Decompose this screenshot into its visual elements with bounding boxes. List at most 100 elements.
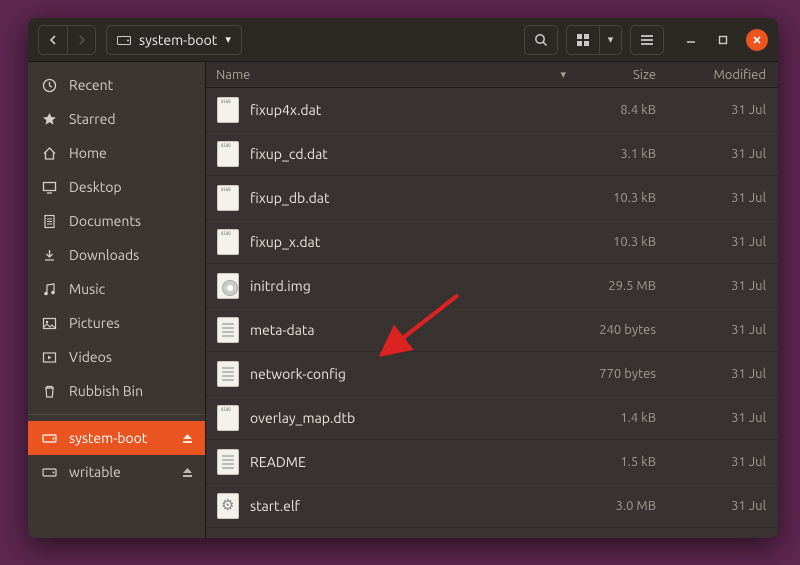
sidebar-item-desktop[interactable]: Desktop	[28, 170, 205, 204]
menu-group	[630, 25, 664, 55]
file-name: overlay_map.dtb	[250, 410, 576, 426]
eject-button[interactable]	[182, 467, 193, 478]
file-name: network-config	[250, 366, 576, 382]
search-group	[524, 25, 558, 55]
minimize-button[interactable]	[682, 31, 700, 49]
star-icon	[42, 112, 57, 127]
sidebar-item-label: Downloads	[69, 247, 139, 263]
hamburger-menu-button[interactable]	[631, 26, 663, 54]
eject-button[interactable]	[182, 433, 193, 444]
file-row[interactable]: network-config770 bytes31 Jul	[206, 352, 778, 396]
file-row[interactable]: start.elf3.0 MB31 Jul	[206, 484, 778, 528]
file-icon	[206, 141, 250, 167]
file-icon	[206, 317, 250, 343]
file-icon	[206, 361, 250, 387]
file-name: start.elf	[250, 498, 576, 514]
sidebar-item-music[interactable]: Music	[28, 272, 205, 306]
sidebar-item-label: Desktop	[69, 179, 122, 195]
search-button[interactable]	[525, 26, 557, 54]
file-name: meta-data	[250, 322, 576, 338]
sidebar-item-label: Recent	[69, 77, 113, 93]
file-manager-window: system-boot ▾ ▾	[28, 18, 778, 538]
sidebar-mount-writable[interactable]: writable	[28, 455, 205, 489]
file-row[interactable]: fixup_db.dat10.3 kB31 Jul	[206, 176, 778, 220]
file-list[interactable]: fixup4x.dat8.4 kB31 Julfixup_cd.dat3.1 k…	[206, 88, 778, 538]
file-modified: 31 Jul	[676, 367, 766, 381]
file-modified: 31 Jul	[676, 147, 766, 161]
sidebar-item-label: Home	[69, 145, 107, 161]
file-name: fixup_x.dat	[250, 234, 576, 250]
file-name: fixup_db.dat	[250, 190, 576, 206]
sidebar-item-home[interactable]: Home	[28, 136, 205, 170]
drive-icon	[117, 34, 131, 46]
nav-arrows	[38, 25, 96, 55]
file-size: 3.1 kB	[576, 147, 676, 161]
file-modified: 31 Jul	[676, 191, 766, 205]
column-header: Name ▾ Size Modified	[206, 62, 778, 88]
window-controls	[682, 29, 768, 51]
file-modified: 31 Jul	[676, 323, 766, 337]
file-modified: 31 Jul	[676, 455, 766, 469]
file-icon	[206, 97, 250, 123]
chevron-down-icon: ▾	[225, 33, 231, 46]
sidebar-item-rubbish-bin[interactable]: Rubbish Bin	[28, 374, 205, 408]
file-size: 770 bytes	[576, 367, 676, 381]
view-group: ▾	[566, 25, 622, 55]
file-row[interactable]: fixup4x.dat8.4 kB31 Jul	[206, 88, 778, 132]
file-modified: 31 Jul	[676, 499, 766, 513]
file-row[interactable]: overlay_map.dtb1.4 kB31 Jul	[206, 396, 778, 440]
desktop-icon	[42, 180, 57, 195]
grid-view-button[interactable]	[567, 26, 599, 54]
sidebar-item-pictures[interactable]: Pictures	[28, 306, 205, 340]
file-size: 10.3 kB	[576, 191, 676, 205]
sidebar-item-downloads[interactable]: Downloads	[28, 238, 205, 272]
docs-icon	[42, 214, 57, 229]
file-row[interactable]: README1.5 kB31 Jul	[206, 440, 778, 484]
sidebar-item-videos[interactable]: Videos	[28, 340, 205, 374]
downloads-icon	[42, 248, 57, 263]
trash-icon	[42, 384, 57, 399]
file-row[interactable]: initrd.img29.5 MB31 Jul	[206, 264, 778, 308]
file-name: fixup4x.dat	[250, 102, 576, 118]
sidebar-item-recent[interactable]: Recent	[28, 68, 205, 102]
close-button[interactable]	[746, 29, 768, 51]
sidebar-item-label: Rubbish Bin	[69, 383, 143, 399]
file-size: 240 bytes	[576, 323, 676, 337]
file-modified: 31 Jul	[676, 279, 766, 293]
sidebar-item-label: system-boot	[69, 430, 147, 446]
file-size: 29.5 MB	[576, 279, 676, 293]
view-options-button[interactable]: ▾	[599, 26, 621, 54]
sidebar-item-label: Starred	[69, 111, 116, 127]
file-icon	[206, 449, 250, 475]
sort-indicator-icon: ▾	[560, 68, 576, 81]
nav-back-button[interactable]	[39, 26, 67, 54]
clock-icon	[42, 78, 57, 93]
file-row[interactable]: meta-data240 bytes31 Jul	[206, 308, 778, 352]
maximize-button[interactable]	[714, 31, 732, 49]
file-icon	[206, 185, 250, 211]
file-icon	[206, 405, 250, 431]
sidebar-mount-system-boot[interactable]: system-boot	[28, 421, 205, 455]
file-row[interactable]: fixup_cd.dat3.1 kB31 Jul	[206, 132, 778, 176]
videos-icon	[42, 350, 57, 365]
column-modified[interactable]: Modified	[676, 68, 766, 82]
location-bar[interactable]: system-boot ▾	[106, 25, 242, 55]
column-size[interactable]: Size	[576, 68, 676, 82]
sidebar-item-label: Music	[69, 281, 105, 297]
file-size: 8.4 kB	[576, 103, 676, 117]
home-icon	[42, 146, 57, 161]
sidebar-item-label: Pictures	[69, 315, 120, 331]
column-name[interactable]: Name ▾	[206, 68, 576, 82]
file-name: fixup_cd.dat	[250, 146, 576, 162]
sidebar-separator	[28, 414, 205, 415]
file-icon	[206, 273, 250, 299]
nav-forward-button[interactable]	[67, 26, 95, 54]
file-size: 1.5 kB	[576, 455, 676, 469]
file-row[interactable]: fixup_x.dat10.3 kB31 Jul	[206, 220, 778, 264]
drive-icon	[42, 466, 57, 478]
file-name: initrd.img	[250, 278, 576, 294]
sidebar-item-starred[interactable]: Starred	[28, 102, 205, 136]
drive-icon	[42, 432, 57, 444]
sidebar-item-documents[interactable]: Documents	[28, 204, 205, 238]
file-size: 3.0 MB	[576, 499, 676, 513]
